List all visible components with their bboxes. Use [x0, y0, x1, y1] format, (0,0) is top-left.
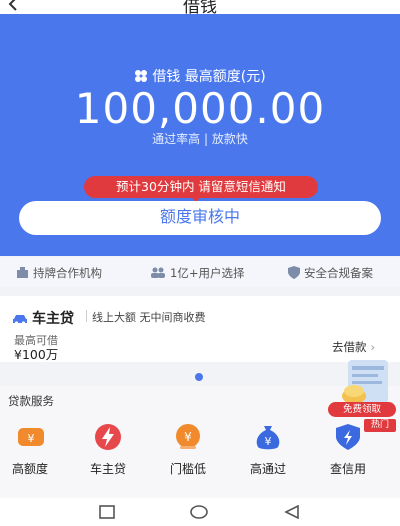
- sms-notice-bubble: 预计30分钟内 请留意短信通知: [84, 176, 318, 198]
- users-icon: [151, 267, 165, 278]
- hot-badge: 热门: [364, 419, 396, 432]
- borrow-link-label: 去借款: [332, 340, 367, 354]
- credit-amount: 100,000.00: [74, 84, 326, 133]
- feature-label: 安全合规备案: [304, 266, 373, 280]
- card-title-text: 车主贷: [32, 311, 74, 327]
- card-description: 线上大额 无中间商收费: [92, 311, 206, 324]
- feature-item: 持牌合作机构: [16, 265, 102, 281]
- service-label: 高通过: [249, 462, 286, 476]
- features-strip: 持牌合作机构 1亿+用户选择 安全合规备案: [0, 257, 400, 287]
- review-status-button[interactable]: 额度审核中: [19, 201, 381, 235]
- car-icon: [13, 315, 27, 325]
- yuan-card-icon: ¥: [18, 428, 44, 446]
- shield-icon: [288, 266, 300, 279]
- home-icon[interactable]: [190, 505, 208, 519]
- yuan-circle-icon: ¥: [176, 424, 200, 449]
- clover-icon: [135, 70, 148, 82]
- money-bag-icon: ¥: [256, 426, 280, 450]
- service-label: 高额度: [11, 462, 48, 476]
- building-icon: [17, 267, 28, 278]
- limit-value: ¥100万: [14, 347, 59, 362]
- hero-subtitle: 借钱 最高额度(元): [0, 66, 400, 86]
- service-item-high-limit[interactable]: ¥ 高额度: [0, 420, 60, 477]
- borrow-link[interactable]: 去借款 ›: [332, 339, 375, 355]
- lightning-icon: [95, 424, 121, 450]
- free-claim-button[interactable]: 免费领取: [328, 402, 396, 417]
- svg-text:¥: ¥: [265, 435, 272, 448]
- feature-label: 持牌合作机构: [33, 266, 102, 280]
- section-title: 贷款服务: [8, 394, 54, 408]
- service-label: 门槛低: [169, 462, 206, 476]
- service-label: 查信用: [329, 462, 366, 476]
- divider: [86, 310, 87, 322]
- hero-tagline: 通过率高 | 放款快: [152, 132, 248, 146]
- feature-label: 1亿+用户选择: [170, 266, 245, 280]
- back-triangle-icon[interactable]: [284, 505, 300, 519]
- feature-item: 1亿+用户选择: [150, 265, 244, 281]
- svg-text:¥: ¥: [28, 432, 35, 445]
- recent-apps-icon[interactable]: [99, 505, 115, 519]
- hero-subtitle-text: 借钱 最高额度(元): [152, 69, 266, 85]
- service-item-low-threshold[interactable]: ¥ 门槛低: [158, 420, 218, 477]
- service-label: 车主贷: [89, 462, 126, 476]
- service-item-car-loan[interactable]: 车主贷: [78, 420, 138, 477]
- service-item-high-pass[interactable]: ¥ 高通过: [238, 420, 298, 477]
- chevron-right-icon: ›: [370, 340, 376, 354]
- svg-text:¥: ¥: [184, 430, 192, 444]
- carousel-indicator: [195, 373, 203, 381]
- card-title: 车主贷: [12, 308, 74, 328]
- feature-item: 安全合规备案: [288, 265, 373, 281]
